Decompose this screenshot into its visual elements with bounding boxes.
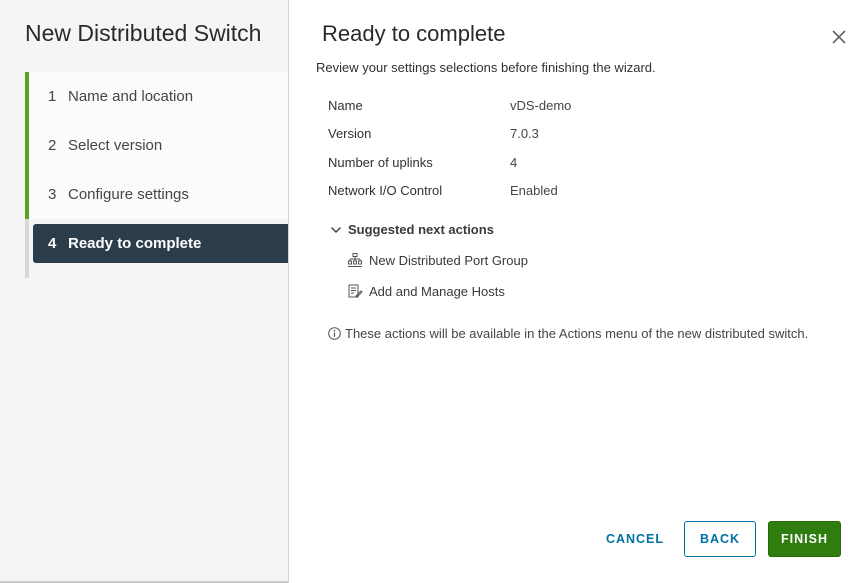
step-number: 2 — [48, 137, 57, 154]
port-group-icon — [348, 253, 362, 267]
suggested-actions-toggle[interactable]: Suggested next actions — [330, 222, 494, 237]
step-number: 4 — [48, 235, 57, 252]
wizard-step-configure-settings[interactable]: 3 Configure settings — [25, 170, 288, 219]
wizard-step-name-location[interactable]: 1 Name and location — [25, 72, 288, 121]
wizard-title: New Distributed Switch — [25, 20, 262, 46]
step-progress-bar — [25, 268, 29, 278]
close-icon[interactable] — [831, 29, 847, 45]
wizard-sidebar: New Distributed Switch 1 Name and locati… — [0, 0, 289, 583]
summary-key: Name — [328, 98, 363, 113]
step-progress-bar — [25, 170, 29, 219]
info-icon — [328, 327, 341, 340]
summary-value: 4 — [510, 155, 518, 170]
action-label: Add and Manage Hosts — [369, 283, 505, 299]
wizard-step-ready-to-complete[interactable]: 4 Ready to complete — [25, 219, 288, 268]
step-progress-bar — [25, 121, 29, 170]
summary-value: vDS-demo — [510, 98, 572, 113]
step-number: 1 — [48, 88, 57, 105]
manage-hosts-icon — [348, 284, 363, 298]
step-label: Select version — [68, 137, 163, 154]
add-manage-hosts-action[interactable]: Add and Manage Hosts — [347, 283, 505, 299]
new-port-group-action[interactable]: New Distributed Port Group — [347, 252, 528, 268]
wizard-step-select-version[interactable]: 2 Select version — [25, 121, 288, 170]
step-number: 3 — [48, 186, 57, 203]
summary-value: Enabled — [510, 183, 558, 198]
suggested-actions-heading: Suggested next actions — [348, 222, 494, 237]
cancel-button[interactable]: CANCEL — [596, 521, 674, 557]
wizard-steps: 1 Name and location 2 Select version 3 C… — [25, 72, 288, 278]
summary-key: Network I/O Control — [328, 183, 443, 198]
summary-key: Number of uplinks — [328, 155, 433, 170]
back-button[interactable]: BACK — [684, 521, 756, 557]
page-subtitle: Review your settings selections before f… — [316, 60, 656, 75]
step-tail — [25, 268, 288, 278]
summary-value: 7.0.3 — [510, 126, 539, 141]
page-title: Ready to complete — [322, 21, 506, 46]
summary-key: Version — [328, 126, 372, 141]
chevron-down-icon — [330, 226, 342, 233]
finish-button[interactable]: FINISH — [768, 521, 841, 557]
info-note-text: These actions will be available in the A… — [345, 326, 809, 341]
info-note: These actions will be available in the A… — [328, 326, 828, 342]
step-progress-bar — [25, 219, 29, 268]
step-label: Configure settings — [68, 186, 189, 203]
step-progress-bar — [25, 72, 29, 121]
action-label: New Distributed Port Group — [369, 252, 528, 268]
step-label: Name and location — [68, 88, 194, 105]
step-label: Ready to complete — [68, 235, 202, 252]
